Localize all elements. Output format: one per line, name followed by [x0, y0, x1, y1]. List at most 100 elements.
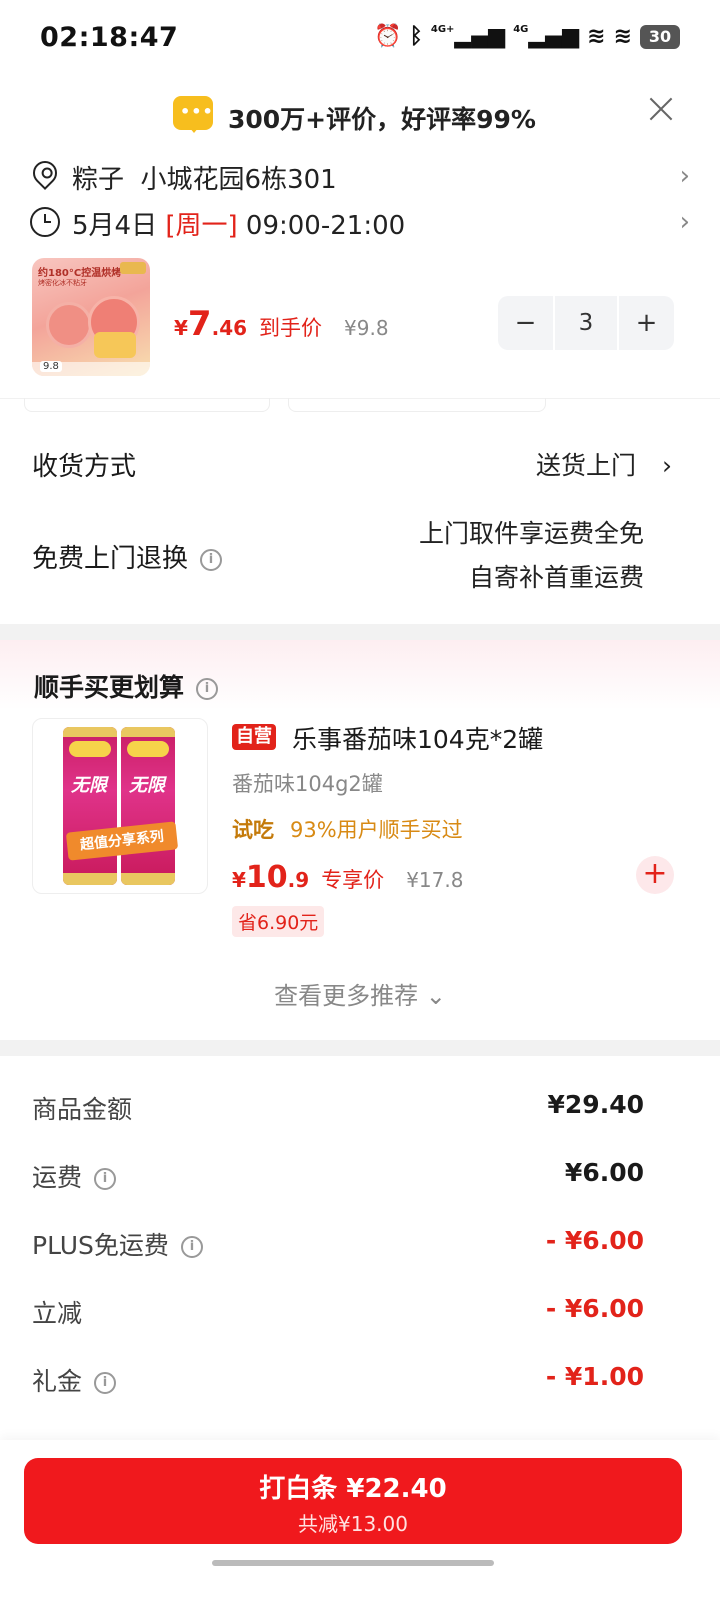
- can-label: 无限: [71, 775, 107, 796]
- cost-value: - ¥6.00: [545, 1294, 644, 1323]
- cost-label: 立减: [32, 1299, 83, 1328]
- cost-row-plus-free-shipping: PLUS免运费 i - ¥6.00: [32, 1226, 644, 1266]
- quantity-stepper: − 3 +: [498, 296, 674, 350]
- chevron-right-icon: ›: [679, 207, 690, 237]
- cost-label-text: PLUS免运费: [32, 1231, 169, 1260]
- info-icon[interactable]: i: [180, 1236, 203, 1258]
- chips-can: 无限: [63, 727, 117, 885]
- promo-text: 300万+评价，好评率99%: [228, 105, 536, 134]
- pay-button[interactable]: 打白条 ¥22.40 共减¥13.00: [24, 1458, 682, 1544]
- can-label: 无限: [129, 775, 165, 796]
- section-gap: [0, 624, 720, 640]
- chat-bubble-icon: •••: [173, 96, 213, 133]
- close-icon[interactable]: [648, 96, 674, 122]
- price-label: 专享价: [321, 868, 385, 892]
- upsell-price: ¥ 10 .9 专享价 ¥17.8: [232, 860, 463, 895]
- product-image-tag: [120, 262, 146, 274]
- free-return-label-text: 免费上门退换: [32, 544, 189, 574]
- option-card-stub[interactable]: [24, 398, 270, 412]
- price-decimal: .9: [287, 868, 310, 892]
- cost-row-discount: 立减 - ¥6.00: [32, 1294, 644, 1334]
- bluetooth-icon: ᛒ: [409, 24, 423, 49]
- shipping-method-text: 送货上门: [536, 451, 637, 480]
- checkout-bar: 打白条 ¥22.40 共减¥13.00: [0, 1440, 720, 1600]
- brand-logo: [69, 741, 111, 757]
- upsell-section: 顺手买更划算 i 无限 无限 超值分享系列 自营 乐事番茄味104克*2罐 番茄味…: [0, 640, 720, 1040]
- clock-icon: [30, 207, 60, 237]
- chevron-right-icon: ›: [662, 451, 672, 480]
- trial-badge: 试吃: [232, 818, 274, 842]
- cost-label: 礼金 i: [32, 1362, 117, 1398]
- delivery-time-text: 5月4日 [周一] 09:00-21:00: [72, 205, 405, 242]
- signal-icon-2: 4G▂▄▆: [513, 24, 580, 49]
- cost-value: - ¥1.00: [545, 1362, 644, 1391]
- see-more-recommendations[interactable]: 查看更多推荐 ⌄: [0, 976, 720, 1011]
- can-lid: [63, 727, 117, 737]
- cost-value: ¥29.40: [547, 1090, 644, 1119]
- info-icon[interactable]: i: [200, 548, 223, 571]
- price-integer: 7: [187, 304, 212, 344]
- shipping-method-row[interactable]: 收货方式 送货上门 ›: [32, 446, 672, 486]
- can-bottom: [63, 873, 117, 885]
- upsell-product-spec: 番茄味104g2罐: [232, 772, 383, 796]
- address-text: 粽子 小城花园6栋301: [72, 165, 337, 195]
- delivery-time-row[interactable]: 5月4日 [周一] 09:00-21:00 ›: [30, 203, 690, 243]
- wifi-icon: ≋: [587, 24, 606, 49]
- price-integer: 10: [245, 860, 288, 895]
- add-to-order-button[interactable]: +: [636, 856, 674, 894]
- cost-label: 商品金额: [32, 1095, 133, 1124]
- cost-row-gift-money: 礼金 i - ¥1.00: [32, 1362, 644, 1402]
- upsell-title-text: 顺手买更划算: [34, 673, 185, 702]
- product-image-subtitle: 烤密化冰不粘牙: [38, 279, 87, 287]
- delivery-date: 5月4日: [72, 211, 158, 241]
- product-image[interactable]: 约180°C控温烘烤 烤密化冰不粘牙 9.8: [32, 258, 150, 376]
- trial-text: 93%用户顺手买过: [290, 818, 463, 842]
- delivery-range: 09:00-21:00: [245, 211, 406, 241]
- original-price: ¥9.8: [344, 316, 389, 340]
- mooncake-shape: [94, 332, 136, 358]
- upsell-product-name[interactable]: 乐事番茄味104克*2罐: [292, 720, 543, 756]
- savings-badge: 省6.90元: [232, 906, 325, 937]
- free-return-line2: 自寄补首重运费: [468, 563, 644, 592]
- pay-button-label: 打白条 ¥22.40: [259, 1474, 447, 1504]
- cost-label: 运费 i: [32, 1158, 117, 1194]
- cost-row-shipping: 运费 i ¥6.00: [32, 1158, 644, 1198]
- upsell-product-image[interactable]: 无限 无限 超值分享系列: [32, 718, 208, 894]
- status-bar: 02:18:47 ⏰ ᛒ 4G+▂▄▆ 4G▂▄▆ ≋ ≋ 30: [0, 0, 720, 80]
- status-icons: ⏰ ᛒ 4G+▂▄▆ 4G▂▄▆ ≋ ≋ 30: [374, 24, 680, 49]
- mooncake-shape: [46, 302, 92, 348]
- info-icon[interactable]: i: [94, 1372, 117, 1394]
- chevron-right-icon: ›: [679, 161, 690, 191]
- upsell-title: 顺手买更划算 i: [34, 668, 219, 704]
- status-time: 02:18:47: [40, 22, 179, 53]
- cost-value: - ¥6.00: [545, 1226, 644, 1255]
- shipping-method-value: 送货上门 ›: [536, 446, 672, 482]
- free-return-line1: 上门取件享运费全免: [418, 519, 644, 548]
- pay-button-savings: 共减¥13.00: [298, 1512, 408, 1536]
- home-indicator[interactable]: [212, 1560, 494, 1566]
- cost-value: ¥6.00: [564, 1158, 644, 1187]
- cost-label-text: 运费: [32, 1163, 83, 1192]
- promo-banner: ••• 300万+评价，好评率99%: [0, 90, 720, 142]
- option-card-stub[interactable]: [288, 398, 546, 412]
- signal-icon-1: 4G+▂▄▆: [430, 24, 506, 49]
- price-label: 到手价: [259, 316, 323, 340]
- original-price: ¥17.8: [406, 868, 464, 892]
- section-gap: [0, 1040, 720, 1056]
- shipping-method-label: 收货方式: [32, 452, 137, 482]
- delivery-weekday: [周一]: [165, 211, 238, 241]
- quantity-value[interactable]: 3: [555, 296, 617, 350]
- location-pin-icon: [28, 156, 62, 190]
- can-bottom: [121, 873, 175, 885]
- address-row[interactable]: 粽子 小城花园6栋301 ›: [28, 156, 690, 197]
- increase-button[interactable]: +: [619, 296, 674, 350]
- cost-label: PLUS免运费 i: [32, 1226, 203, 1262]
- info-icon[interactable]: i: [196, 678, 219, 700]
- decrease-button[interactable]: −: [498, 296, 553, 350]
- free-return-row: 免费上门退换 i 上门取件享运费全免 自寄补首重运费: [32, 514, 644, 598]
- self-operated-badge: 自营: [232, 724, 276, 750]
- price-currency: ¥: [174, 316, 188, 340]
- battery-icon: 30: [640, 24, 680, 49]
- brand-logo: [127, 741, 169, 757]
- info-icon[interactable]: i: [94, 1168, 117, 1190]
